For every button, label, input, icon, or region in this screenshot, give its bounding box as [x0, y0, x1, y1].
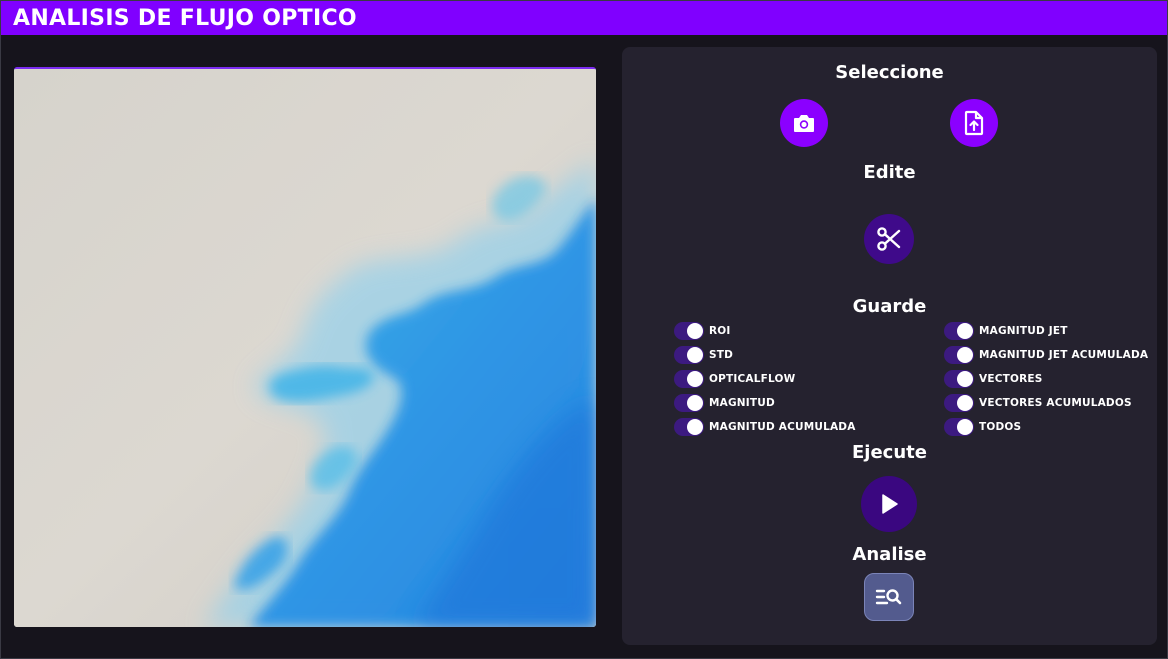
toggle-switch[interactable] [674, 394, 704, 412]
toggle-label: VECTORES ACUMULADOS [979, 397, 1132, 409]
toggle-label: MAGNITUD ACUMULADA [709, 421, 856, 433]
toggle-magnitud[interactable]: MAGNITUD [674, 393, 775, 413]
crop-button[interactable] [864, 214, 914, 264]
toggle-vectores[interactable]: VECTORES [944, 369, 1043, 389]
toggle-label: STD [709, 349, 734, 361]
upload-file-button[interactable] [950, 99, 998, 147]
run-button[interactable] [861, 476, 917, 532]
toggle-opticalflow[interactable]: OPTICALFLOW [674, 369, 795, 389]
toggle-label: MAGNITUD JET [979, 325, 1068, 337]
toggle-label: OPTICALFLOW [709, 373, 796, 385]
toggle-switch[interactable] [674, 346, 704, 364]
toggle-label: MAGNITUD JET ACUMULADA [979, 349, 1149, 361]
toggle-roi[interactable]: ROI [674, 321, 731, 341]
toggle-magnitud-jet[interactable]: MAGNITUD JET [944, 321, 1068, 341]
analyze-button[interactable] [864, 573, 914, 621]
title-bar: ANALISIS DE FLUJO OPTICO [1, 1, 1167, 35]
flow-image [14, 69, 596, 627]
camera-icon [794, 115, 814, 132]
toggle-switch[interactable] [674, 322, 704, 340]
toggle-switch[interactable] [944, 322, 974, 340]
section-edit-title: Edite [863, 162, 916, 183]
toggle-label: VECTORES [979, 373, 1043, 385]
toggle-magnitud-acumulada[interactable]: MAGNITUD ACUMULADA [674, 417, 856, 437]
toggle-label: ROI [709, 325, 731, 337]
section-save-title: Guarde [852, 296, 927, 317]
section-execute-title: Ejecute [852, 442, 927, 463]
camera-button[interactable] [780, 99, 828, 147]
list-search-icon [875, 589, 902, 605]
toggle-switch[interactable] [674, 370, 704, 388]
toggle-switch[interactable] [944, 418, 974, 436]
toggle-label: TODOS [979, 421, 1022, 433]
file-upload-icon [964, 110, 984, 136]
toggle-switch[interactable] [674, 418, 704, 436]
play-icon [882, 494, 898, 514]
toggle-switch[interactable] [944, 370, 974, 388]
scissors-icon [877, 227, 901, 251]
app-title: ANALISIS DE FLUJO OPTICO [13, 5, 357, 31]
section-analyze-title: Analise [852, 544, 927, 565]
toggle-magnitud-jet-acumulada[interactable]: MAGNITUD JET ACUMULADA [944, 345, 1148, 365]
section-select-title: Seleccione [835, 62, 944, 83]
image-preview [14, 67, 596, 627]
toggle-vectores-acumulados[interactable]: VECTORES ACUMULADOS [944, 393, 1132, 413]
toggle-todos[interactable]: TODOS [944, 417, 1021, 437]
toggle-switch[interactable] [944, 346, 974, 364]
toggle-std[interactable]: STD [674, 345, 733, 365]
controls-panel: Seleccione Edite Guarde ROI STD OPTICALF… [622, 47, 1157, 645]
toggle-label: MAGNITUD [709, 397, 775, 409]
toggle-switch[interactable] [944, 394, 974, 412]
